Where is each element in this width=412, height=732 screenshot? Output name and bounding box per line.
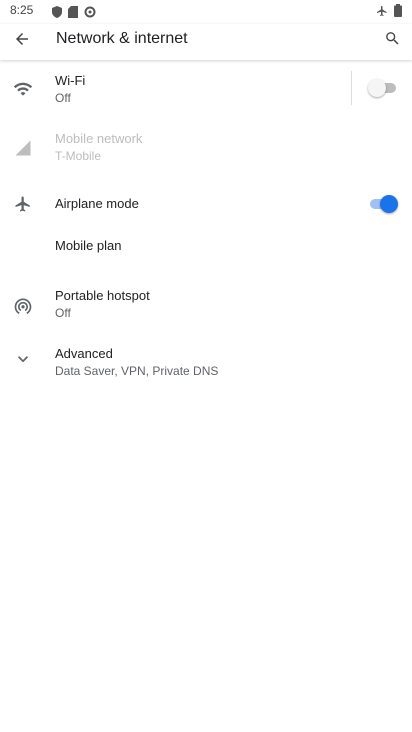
status-time: 8:25 (10, 3, 34, 17)
airplane-icon (12, 193, 34, 215)
mobile-network-carrier: T-Mobile (55, 149, 102, 163)
mobile-plan-row[interactable]: Mobile plan (0, 232, 412, 272)
portable-hotspot-status: Off (55, 306, 71, 320)
wifi-status: Off (55, 91, 71, 105)
advanced-summary: Data Saver, VPN, Private DNS (55, 364, 219, 378)
airplane-icon (376, 4, 388, 22)
search-button[interactable] (378, 27, 406, 55)
wifi-toggle-thumb (368, 79, 386, 97)
settings-list: Wi-Fi Off Mobile network T-Mobile Airpla… (0, 60, 412, 388)
back-arrow-icon (13, 30, 31, 53)
wifi-title: Wi-Fi (55, 73, 86, 88)
portable-hotspot-row[interactable]: Portable hotspot Off (0, 272, 412, 330)
status-notification-icons (52, 5, 96, 23)
status-system-icons (376, 4, 402, 22)
mobile-plan-title: Mobile plan (55, 238, 122, 253)
mobile-network-row[interactable]: Mobile network T-Mobile (0, 118, 412, 176)
portable-hotspot-title: Portable hotspot (55, 288, 150, 303)
shield-icon (52, 5, 62, 23)
battery-icon (394, 4, 402, 22)
wifi-divider (351, 71, 352, 105)
app-bar: Network & internet (0, 24, 412, 60)
sync-icon (84, 5, 96, 23)
sd-card-icon (68, 5, 78, 23)
wifi-toggle[interactable] (368, 78, 398, 98)
advanced-row[interactable]: Advanced Data Saver, VPN, Private DNS (0, 330, 412, 388)
airplane-toggle-thumb (380, 195, 398, 213)
airplane-mode-toggle[interactable] (368, 194, 398, 214)
hotspot-icon (12, 295, 34, 317)
mobile-network-title: Mobile network (55, 131, 143, 146)
chevron-down-icon (12, 348, 34, 370)
advanced-title: Advanced (55, 346, 113, 361)
search-icon (384, 30, 401, 52)
page-title: Network & internet (56, 30, 188, 47)
wifi-icon (12, 78, 34, 100)
airplane-mode-title: Airplane mode (55, 196, 139, 211)
airplane-mode-row[interactable]: Airplane mode (0, 176, 412, 232)
wifi-row[interactable]: Wi-Fi Off (0, 60, 412, 118)
back-button[interactable] (8, 27, 36, 55)
signal-icon (12, 137, 34, 159)
status-bar: 8:25 (0, 0, 412, 24)
